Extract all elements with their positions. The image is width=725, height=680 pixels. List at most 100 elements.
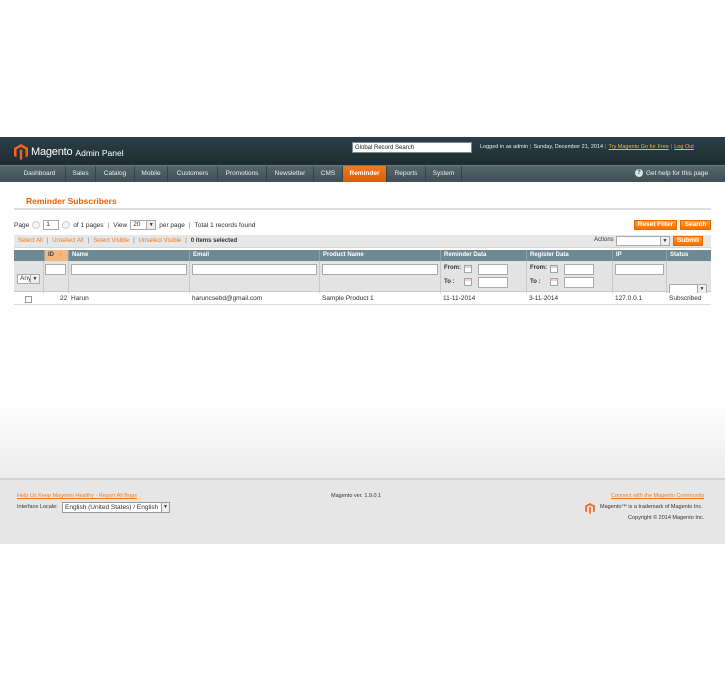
filter-register-to-input[interactable] (564, 277, 594, 288)
calendar-icon[interactable] (550, 265, 558, 273)
sort-arrow-icon: ↑ (59, 252, 62, 258)
cell-ip: 127.0.0.1 (615, 295, 643, 302)
unselect-visible-link[interactable]: Unselect Visible (139, 238, 182, 244)
nav-reports[interactable]: Reports (387, 166, 426, 182)
filter-reminder-to-input[interactable] (478, 277, 508, 288)
column-id-label: ID (48, 252, 54, 258)
filter-ip-input[interactable] (615, 264, 664, 275)
filter-register-from-input[interactable] (564, 264, 594, 275)
row-checkbox[interactable] (25, 296, 32, 303)
submit-button[interactable]: Submit (673, 236, 703, 246)
page-number-input[interactable]: 1 (43, 220, 60, 230)
select-visible-link[interactable]: Select Visible (93, 238, 129, 244)
magento-version: Magento ver. 1.9.0.1 (331, 493, 382, 499)
nav-promotions[interactable]: Promotions (218, 166, 267, 182)
magento-logo[interactable]: Magento Admin Panel (14, 143, 124, 161)
brand-name: Magento (31, 146, 73, 158)
register-from-label: From: (530, 265, 547, 271)
header-date: Sunday, December 21, 2014 (533, 144, 604, 150)
title-divider (14, 208, 711, 210)
locale-label: Interface Locale: (17, 504, 58, 510)
per-page-select[interactable]: 20 ▼ (130, 220, 157, 230)
chevron-down-icon: ▼ (161, 503, 169, 512)
per-page-value: 20 (133, 221, 141, 228)
trademark-text: Magento™ is a trademark of Magento Inc. (600, 504, 703, 510)
locale-select[interactable]: English (United States) / English ▼ (62, 502, 170, 513)
try-magento-link[interactable]: Try Magento Go for Free (609, 144, 669, 150)
reminder-from-label: From: (444, 265, 461, 271)
magento-footer-logo-icon (585, 503, 595, 514)
unselect-all-link[interactable]: Unselect All (52, 238, 83, 244)
footer-gradient (0, 400, 725, 478)
nav-system[interactable]: System (426, 166, 462, 182)
nav-reminder[interactable]: Reminder (343, 166, 387, 182)
nav-catalog[interactable]: Catalog (96, 166, 135, 182)
cell-product: Sample Product 1 (322, 295, 374, 302)
page-label: Page (14, 221, 30, 229)
logout-link[interactable]: Log Out (674, 144, 694, 150)
view-label: View (113, 221, 128, 229)
chevron-down-icon: ▼ (660, 237, 669, 245)
report-bugs-link[interactable]: Help Us Keep Magento Healthy - Report Al… (17, 493, 137, 499)
magento-logo-icon (14, 144, 28, 160)
chevron-down-icon: ▼ (30, 275, 39, 283)
next-page-icon[interactable] (62, 221, 71, 229)
register-to-label: To : (530, 279, 541, 285)
global-search-input[interactable]: Global Record Search (352, 142, 472, 153)
header-links: Logged in as admin | Sunday, December 21, … (480, 144, 694, 150)
filter-reminder-from-input[interactable] (478, 264, 508, 275)
cell-status: Subscribed (669, 295, 702, 302)
nav-cms[interactable]: CMS (314, 166, 343, 182)
items-selected-count: 0 items selected (190, 238, 238, 244)
filter-product-input[interactable] (322, 264, 438, 275)
prev-page-icon[interactable] (32, 221, 41, 229)
column-header-email[interactable]: Email (189, 250, 319, 261)
column-header-product[interactable]: Product Name (319, 250, 440, 261)
cell-register-date: 3-11-2014 (529, 295, 559, 302)
column-header-register[interactable]: Register Data (526, 250, 612, 261)
calendar-icon[interactable] (464, 265, 472, 273)
column-header-name[interactable]: Name (68, 250, 189, 261)
column-header-reminder[interactable]: Reminder Data (440, 250, 526, 261)
column-header-status[interactable]: Status (666, 250, 711, 261)
locale-value: English (United States) / English (65, 504, 159, 511)
nav-newsletter[interactable]: Newsletter (267, 166, 314, 182)
actions-select[interactable]: ▼ (616, 236, 670, 246)
reset-filter-button[interactable]: Reset Filter (634, 220, 677, 230)
filter-id-input[interactable] (45, 264, 66, 275)
nav-sales[interactable]: Sales (66, 166, 96, 182)
nav-mobile[interactable]: Mobile (135, 166, 168, 182)
calendar-icon[interactable] (464, 278, 472, 286)
help-text: Get help for this page (646, 169, 709, 177)
main-nav: Dashboard Sales Catalog Mobile Customers… (0, 165, 725, 182)
community-link[interactable]: Connect with the Magento Community (611, 493, 704, 499)
logged-in-text: Logged in as admin (480, 144, 529, 150)
search-button[interactable]: Search (680, 220, 711, 230)
per-page-label: per page (159, 221, 185, 229)
column-header-ip[interactable]: IP (612, 250, 666, 261)
grid-pager: Page 1 of 1 pages | View 20 ▼ per page | … (14, 220, 256, 230)
of-pages-text: of 1 pages (73, 221, 104, 229)
total-records: Total 1 records found (194, 221, 256, 229)
actions-label: Actions (594, 237, 614, 243)
nav-customers[interactable]: Customers (168, 166, 218, 182)
cell-name: Harun (71, 295, 89, 302)
nav-dashboard[interactable]: Dashboard (14, 166, 66, 182)
help-link[interactable]: ? Get help for this page (635, 169, 708, 177)
calendar-icon[interactable] (550, 278, 558, 286)
cell-id: 22 (60, 295, 68, 302)
chevron-down-icon: ▼ (146, 221, 156, 229)
help-icon: ? (635, 169, 643, 177)
cell-reminder-date: 11-11-2014 (443, 295, 476, 302)
select-all-link[interactable]: Select All (18, 238, 43, 244)
massaction-links: Select All | Unselect All | Select Visible | U… (18, 238, 238, 244)
filter-email-input[interactable] (192, 264, 317, 275)
chevron-down-icon: ▼ (697, 285, 706, 293)
brand-subtitle: Admin Panel (75, 147, 124, 158)
column-header-id[interactable]: ID ↑ (44, 250, 68, 261)
cell-email: haruncsebd@gmail.com (192, 295, 263, 302)
reminder-to-label: To : (444, 279, 455, 285)
massaction-any-select[interactable]: Any ▼ (17, 274, 40, 284)
copyright-text: Copyright © 2014 Magento Inc. (628, 515, 705, 521)
filter-name-input[interactable] (71, 264, 187, 275)
